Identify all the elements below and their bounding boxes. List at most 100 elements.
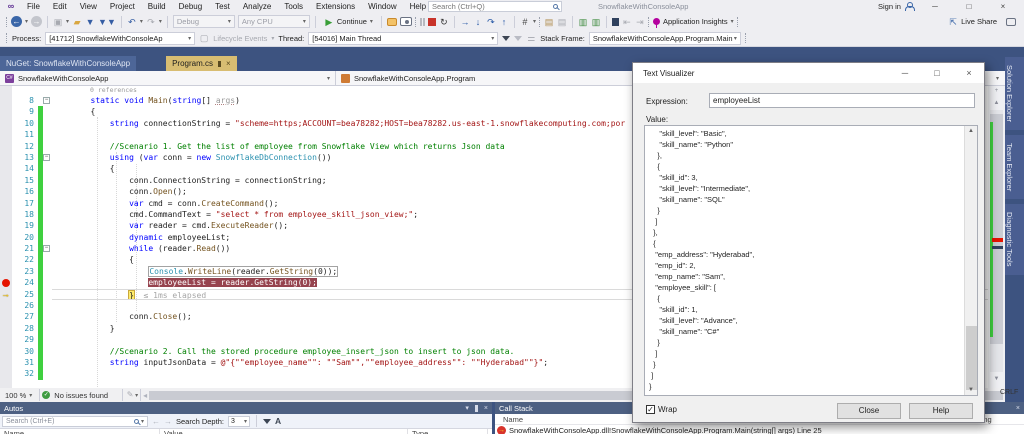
lifecycle-events-button[interactable]: Lifecycle Events <box>213 34 267 43</box>
pin-panel-icon[interactable] <box>474 404 478 412</box>
member-dropdown-caret[interactable]: ▾ <box>996 75 999 82</box>
dialog-scrollbar[interactable]: ▲ ▼ <box>964 126 977 395</box>
call-stack-frame[interactable]: → SnowflakeWithConsoleApp.dll!SnowflakeWi… <box>495 425 1024 434</box>
window-position-caret[interactable]: ▾ <box>465 404 469 412</box>
hex-display-icon[interactable]: # <box>520 16 530 28</box>
tab-program-cs[interactable]: Program.cs × <box>166 56 237 71</box>
autos-column-value[interactable]: Value <box>160 429 408 434</box>
menu-item-debug[interactable]: Debug <box>179 2 203 11</box>
application-insights-caret[interactable]: ▾ <box>731 18 734 25</box>
save-icon[interactable]: ▼ <box>85 16 95 28</box>
split-editor-handle-icon[interactable]: + <box>988 88 1005 94</box>
flag-threads-icon[interactable] <box>514 35 523 41</box>
side-tab-solution-explorer[interactable]: Solution Explorer <box>1005 57 1024 131</box>
search-forward-icon[interactable]: → <box>164 417 172 426</box>
new-project-icon[interactable]: ▣ <box>53 16 63 28</box>
navigate-back-caret[interactable]: ▾ <box>25 18 28 25</box>
side-tab-diagnostic-tools[interactable]: Diagnostic Tools <box>1005 204 1024 275</box>
feedback-bubble-icon[interactable] <box>386 17 397 26</box>
fold-margin[interactable]: − <box>43 243 52 254</box>
menu-item-project[interactable]: Project <box>110 2 135 11</box>
minimize-button[interactable]: ─ <box>922 0 948 13</box>
menu-item-view[interactable]: View <box>80 2 97 11</box>
text-format-icon[interactable]: A <box>275 416 281 426</box>
close-tab-icon[interactable]: × <box>226 59 231 68</box>
scroll-down-icon[interactable]: ▼ <box>965 387 977 393</box>
close-button[interactable]: Close <box>837 403 901 419</box>
show-next-statement-icon[interactable]: → <box>460 16 470 28</box>
prev-bookmark-icon[interactable]: ⇤ <box>622 16 632 28</box>
close-button[interactable]: × <box>990 0 1016 13</box>
menu-item-edit[interactable]: Edit <box>53 2 67 11</box>
bookmark-flag-icon[interactable] <box>611 17 619 26</box>
scroll-up-icon[interactable]: ▲ <box>965 128 977 134</box>
restart-icon[interactable]: ↻ <box>439 16 449 28</box>
project-dropdown[interactable]: C# SnowflakeWithConsoleApp ▾ <box>0 71 336 85</box>
step-out-icon[interactable]: ↑ <box>499 16 509 28</box>
process-select[interactable]: [41712] SnowflakeWithConsoleAp ▾ <box>45 31 196 45</box>
side-tab-team-explorer[interactable]: Team Explorer <box>1005 135 1024 200</box>
dialog-minimize-icon[interactable]: ─ <box>891 63 919 83</box>
navigate-forward-icon[interactable]: → <box>31 16 43 27</box>
quick-search-input[interactable]: Search (Ctrl+Q) <box>428 1 562 12</box>
hex-caret[interactable]: ▾ <box>533 18 536 25</box>
filter-icon[interactable] <box>262 418 271 424</box>
navigate-back-icon[interactable]: ← <box>11 16 22 27</box>
hscroll-left-icon[interactable]: ◂ <box>143 391 147 400</box>
toolbar-grip[interactable] <box>6 16 8 27</box>
toolbar-grip[interactable] <box>736 16 739 27</box>
solution-configuration-select[interactable]: Debug ▾ <box>172 15 235 28</box>
continue-button[interactable]: ▶ Continue ▾ <box>321 16 376 28</box>
wrap-checkbox[interactable]: ✓ Wrap <box>646 405 677 414</box>
breakpoint-icon[interactable] <box>0 277 12 288</box>
line-ending-indicator[interactable]: CRLF <box>1000 389 1018 396</box>
menu-item-tools[interactable]: Tools <box>284 2 303 11</box>
application-insights-button[interactable]: Application Insights <box>663 17 728 26</box>
toolbar-grip[interactable] <box>647 16 650 27</box>
dialog-close-icon[interactable]: × <box>955 63 983 83</box>
zoom-select[interactable]: 100 % ▾ <box>0 391 37 400</box>
scrollbar-track[interactable] <box>990 110 1003 372</box>
stop-debugging-icon[interactable] <box>427 17 436 26</box>
redo-caret[interactable]: ▾ <box>159 18 162 25</box>
filter-threads-icon[interactable] <box>502 35 511 41</box>
issues-status[interactable]: No issues found <box>54 391 108 400</box>
stack-frame-select[interactable]: SnowflakeWithConsoleApp.Program.Main ▾ <box>588 31 741 45</box>
pin-tab-icon[interactable] <box>217 60 221 67</box>
sign-in-button[interactable]: Sign in <box>878 2 915 11</box>
close-panel-icon[interactable]: × <box>1016 405 1020 412</box>
output-window-icon[interactable]: ▥ <box>578 16 588 28</box>
autos-search-input[interactable]: Search (Ctrl+E) ▾ <box>2 415 148 427</box>
disable-breakpoints-icon[interactable]: ▤ <box>557 16 567 28</box>
menu-item-extensions[interactable]: Extensions <box>316 2 355 11</box>
current-statement-arrow-icon[interactable]: → <box>0 289 12 300</box>
scroll-down-icon[interactable]: ▼ <box>988 376 1005 382</box>
open-folder-icon[interactable]: ▰ <box>72 16 82 28</box>
toolbar-grip[interactable] <box>538 16 541 27</box>
step-into-icon[interactable]: ↓ <box>473 16 483 28</box>
screenshot-icon[interactable] <box>399 17 412 26</box>
editor-vertical-scrollbar[interactable]: + ▲ ▼ <box>988 86 1005 388</box>
step-over-icon[interactable]: ↷ <box>486 16 496 28</box>
maximize-button[interactable]: □ <box>956 0 982 13</box>
suspend-threads-icon[interactable]: ⚌ <box>526 32 536 44</box>
type-dropdown[interactable]: SnowflakeWithConsoleApp.Program <box>336 71 480 85</box>
code-cleanup-icon[interactable]: ✎ <box>125 389 135 401</box>
dialog-title-bar[interactable]: Text Visualizer ─ □ × <box>633 63 984 83</box>
dialog-scrollbar-thumb[interactable] <box>966 326 977 390</box>
solution-platform-select[interactable]: Any CPU ▾ <box>237 15 310 28</box>
menu-item-test[interactable]: Test <box>215 2 230 11</box>
pause-icon[interactable] <box>419 17 425 26</box>
menu-item-build[interactable]: Build <box>148 2 166 11</box>
code-cleanup-caret[interactable]: ▾ <box>135 392 138 399</box>
send-feedback-icon[interactable] <box>1006 17 1016 26</box>
live-share-button[interactable]: Live Share <box>961 17 997 26</box>
save-all-icon[interactable]: ▼▼ <box>98 16 116 28</box>
next-bookmark-icon[interactable]: ⇥ <box>635 16 645 28</box>
undo-icon[interactable]: ↶ <box>127 16 137 28</box>
autos-header[interactable]: Autos ▾ × <box>0 402 492 414</box>
help-button[interactable]: Help <box>909 403 973 419</box>
scroll-up-icon[interactable]: ▲ <box>988 100 1005 106</box>
menu-item-analyze[interactable]: Analyze <box>243 2 271 11</box>
menu-item-file[interactable]: File <box>27 2 40 11</box>
